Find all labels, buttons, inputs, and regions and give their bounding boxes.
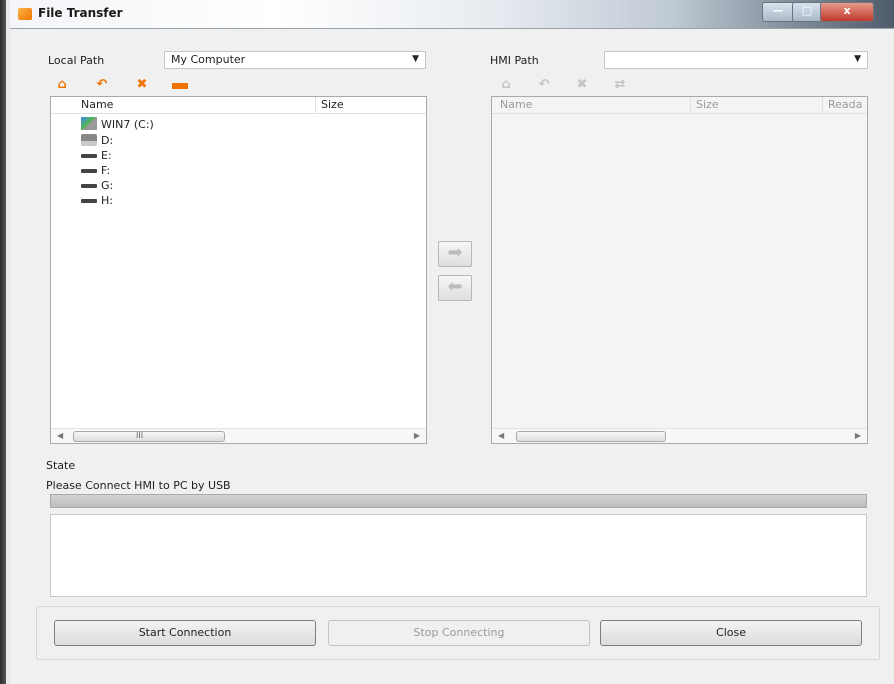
hard-drive-icon	[81, 184, 97, 188]
column-name[interactable]: Name	[500, 98, 532, 111]
local-list-header: Name Size	[51, 97, 426, 114]
state-label: State	[46, 459, 76, 472]
refresh-icon[interactable]: ⇄	[612, 77, 628, 93]
stop-connecting-button[interactable]: Stop Connecting	[328, 620, 590, 646]
scroll-thumb[interactable]	[516, 431, 666, 442]
chevron-down-icon: ▼	[412, 54, 419, 64]
local-horizontal-scrollbar[interactable]: ◀ III ▶	[51, 428, 426, 443]
hmi-path-select[interactable]: ▼	[604, 51, 868, 69]
hmi-horizontal-scrollbar[interactable]: ◀ ▶	[492, 428, 867, 443]
hard-drive-icon	[81, 154, 97, 158]
hmi-list-header: Name Size Reada	[492, 97, 867, 114]
folder-icon[interactable]	[172, 77, 188, 93]
transfer-to-local-button[interactable]: ⬅	[438, 275, 472, 301]
hmi-path-label: HMI Path	[490, 54, 539, 67]
home-icon[interactable]: ⌂	[54, 77, 70, 93]
title-bar[interactable]: File Transfer — □ x	[10, 0, 894, 29]
back-icon[interactable]: ↶	[94, 77, 110, 93]
close-window-button[interactable]: x	[820, 2, 874, 22]
local-path-value: My Computer	[171, 53, 246, 66]
column-name[interactable]: Name	[81, 98, 113, 111]
system-drive-icon	[81, 117, 97, 130]
home-icon[interactable]: ⌂	[498, 77, 514, 93]
hmi-file-list[interactable]: Name Size Reada ◀ ▶	[491, 96, 868, 444]
scroll-thumb[interactable]: III	[73, 431, 225, 442]
hard-drive-icon	[81, 169, 97, 173]
scroll-right-icon[interactable]: ▶	[855, 431, 861, 440]
transfer-to-hmi-button[interactable]: ➡	[438, 241, 472, 267]
local-path-label: Local Path	[48, 54, 105, 67]
app-icon	[18, 8, 32, 20]
status-message: Please Connect HMI to PC by USB	[46, 479, 231, 492]
column-size[interactable]: Size	[696, 98, 719, 111]
delete-icon[interactable]: ✖	[574, 77, 590, 93]
delete-icon[interactable]: ✖	[134, 77, 150, 93]
local-file-list[interactable]: Name Size WIN7 (C:) D: E: F: G: H: ◀ III…	[50, 96, 427, 444]
cd-drive-icon	[81, 134, 97, 146]
scroll-left-icon[interactable]: ◀	[498, 431, 504, 440]
hard-drive-icon	[81, 199, 97, 203]
scroll-left-icon[interactable]: ◀	[57, 431, 63, 440]
scroll-right-icon[interactable]: ▶	[414, 431, 420, 440]
window-title: File Transfer	[38, 6, 123, 20]
arrow-right-icon: ➡	[447, 242, 463, 263]
minimize-button[interactable]: —	[762, 2, 794, 22]
connection-progress-bar	[50, 494, 867, 508]
close-button[interactable]: Close	[600, 620, 862, 646]
window-frame-edge	[0, 0, 10, 684]
column-readable[interactable]: Reada	[828, 98, 862, 111]
file-transfer-window: File Transfer — □ x Local Path My Comput…	[10, 0, 894, 684]
local-path-select[interactable]: My Computer ▼	[164, 51, 426, 69]
back-icon[interactable]: ↶	[536, 77, 552, 93]
column-size[interactable]: Size	[321, 98, 344, 111]
arrow-left-icon: ⬅	[447, 276, 463, 297]
chevron-down-icon: ▼	[854, 54, 861, 64]
log-output[interactable]	[50, 514, 867, 597]
start-connection-button[interactable]: Start Connection	[54, 620, 316, 646]
maximize-button[interactable]: □	[792, 2, 822, 22]
